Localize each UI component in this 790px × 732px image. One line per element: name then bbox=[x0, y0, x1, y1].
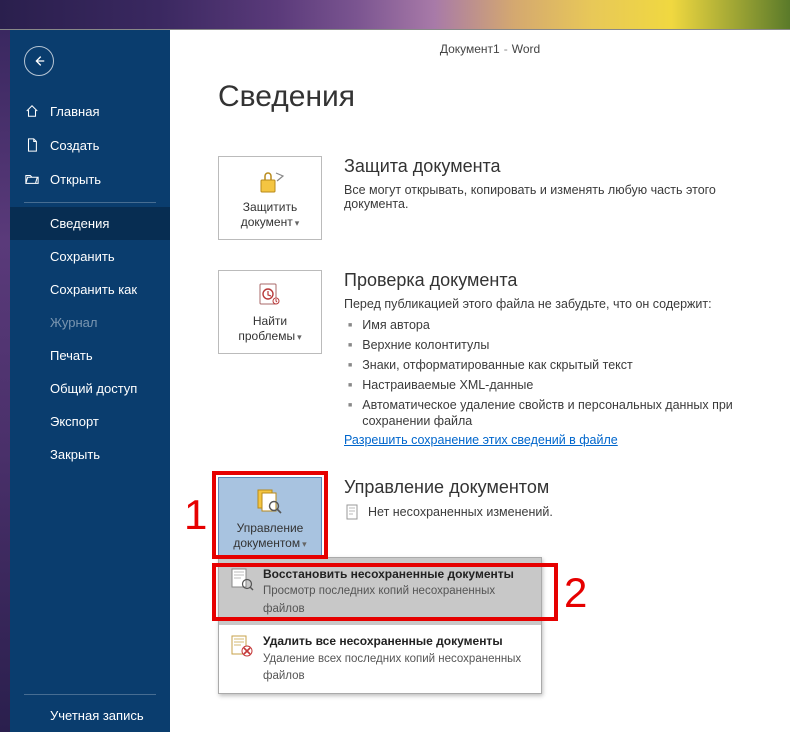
manage-dropdown: Восстановить несохраненные документы Про… bbox=[218, 557, 542, 693]
sidebar-item-save[interactable]: Сохранить bbox=[10, 240, 170, 273]
sidebar-item-close[interactable]: Закрыть bbox=[10, 438, 170, 471]
sidebar-separator bbox=[24, 202, 156, 203]
section-inspect: Найти проблемы▾ Проверка документа Перед… bbox=[218, 270, 762, 447]
annotation-number-2: 2 bbox=[564, 569, 587, 617]
dropdown-text: Восстановить несохраненные документы Про… bbox=[263, 566, 531, 617]
inspect-info: Проверка документа Перед публикацией это… bbox=[344, 270, 762, 447]
document-name: Документ1 bbox=[440, 42, 500, 56]
dropdown-title: Удалить все несохраненные документы bbox=[263, 633, 531, 649]
sidebar-item-history: Журнал bbox=[10, 306, 170, 339]
title-separator: - bbox=[504, 42, 508, 56]
list-item: Имя автора bbox=[344, 317, 762, 334]
folder-open-icon bbox=[24, 171, 40, 187]
section-heading: Проверка документа bbox=[344, 270, 762, 291]
inspect-document-tile[interactable]: Найти проблемы▾ bbox=[218, 270, 322, 354]
sidebar-item-label: Печать bbox=[50, 348, 93, 363]
sidebar-item-label: Закрыть bbox=[50, 447, 100, 462]
delete-unsaved-item[interactable]: Удалить все несохраненные документы Удал… bbox=[219, 625, 541, 692]
section-manage: Управление документом▾ Управление докуме… bbox=[218, 477, 762, 561]
sidebar-item-saveas[interactable]: Сохранить как bbox=[10, 273, 170, 306]
manage-document-icon bbox=[253, 487, 287, 517]
section-heading: Управление документом bbox=[344, 477, 762, 498]
tile-label: Управление документом▾ bbox=[223, 521, 317, 551]
document-small-icon bbox=[344, 504, 360, 520]
sidebar-item-info[interactable]: Сведения bbox=[10, 207, 170, 240]
title-bar: Документ1 - Word bbox=[218, 38, 762, 60]
sidebar-item-label: Сведения bbox=[50, 216, 109, 231]
dropdown-desc: Просмотр последних копий несохраненных ф… bbox=[263, 585, 495, 615]
sidebar-item-label: Экспорт bbox=[50, 414, 99, 429]
section-protect: Защитить документ▾ Защита документа Все … bbox=[218, 156, 762, 240]
dropdown-desc: Удаление всех последних копий несохранен… bbox=[263, 653, 521, 683]
inspect-list: Имя автора Верхние колонтитулы Знаки, от… bbox=[344, 317, 762, 430]
sidebar-item-label: Главная bbox=[50, 104, 99, 119]
tile-label: Найти проблемы▾ bbox=[223, 314, 317, 344]
delete-icon bbox=[229, 633, 255, 659]
section-body: Все могут открывать, копировать и изменя… bbox=[344, 183, 762, 211]
backstage-sidebar: Главная Создать Открыть Сведения Сохрани… bbox=[10, 30, 170, 732]
sidebar-item-label: Общий доступ bbox=[50, 381, 137, 396]
manage-status-row: Нет несохраненных изменений. bbox=[344, 504, 762, 520]
back-button[interactable] bbox=[24, 46, 54, 76]
tile-label: Защитить документ▾ bbox=[223, 200, 317, 230]
app-container: Главная Создать Открыть Сведения Сохрани… bbox=[0, 30, 790, 732]
page-title: Сведения bbox=[218, 80, 762, 114]
sidebar-item-label: Открыть bbox=[50, 172, 101, 187]
manage-document-tile[interactable]: Управление документом▾ bbox=[218, 477, 322, 561]
sidebar-item-label: Журнал bbox=[50, 315, 97, 330]
protect-document-tile[interactable]: Защитить документ▾ bbox=[218, 156, 322, 240]
sidebar-item-open[interactable]: Открыть bbox=[10, 162, 170, 196]
sidebar-item-print[interactable]: Печать bbox=[10, 339, 170, 372]
sidebar-bottom: Учетная запись bbox=[10, 688, 170, 732]
sidebar-item-home[interactable]: Главная bbox=[10, 94, 170, 128]
arrow-left-icon bbox=[32, 54, 46, 68]
app-name: Word bbox=[512, 42, 540, 56]
dropdown-title: Восстановить несохраненные документы bbox=[263, 566, 531, 582]
section-body: Перед публикацией этого файла не забудьт… bbox=[344, 297, 762, 311]
recover-unsaved-item[interactable]: Восстановить несохраненные документы Про… bbox=[219, 558, 541, 625]
protect-info: Защита документа Все могут открывать, ко… bbox=[344, 156, 762, 211]
document-icon bbox=[24, 137, 40, 153]
dropdown-text: Удалить все несохраненные документы Удал… bbox=[263, 633, 531, 684]
sidebar-item-export[interactable]: Экспорт bbox=[10, 405, 170, 438]
sidebar-item-label: Учетная запись bbox=[50, 708, 144, 723]
sidebar-item-label: Сохранить bbox=[50, 249, 115, 264]
sidebar-item-share[interactable]: Общий доступ bbox=[10, 372, 170, 405]
allow-save-link[interactable]: Разрешить сохранение этих сведений в фай… bbox=[344, 433, 618, 447]
main-panel: Документ1 - Word Сведения Защитить докум… bbox=[170, 30, 790, 732]
recover-icon bbox=[229, 566, 255, 592]
list-item: Автоматическое удаление свойств и персон… bbox=[344, 397, 762, 431]
sidebar-item-account[interactable]: Учетная запись bbox=[10, 699, 170, 732]
sidebar-item-label: Создать bbox=[50, 138, 99, 153]
inspect-icon bbox=[253, 280, 287, 310]
home-icon bbox=[24, 103, 40, 119]
list-item: Верхние колонтитулы bbox=[344, 337, 762, 354]
sidebar-item-new[interactable]: Создать bbox=[10, 128, 170, 162]
section-body: Нет несохраненных изменений. bbox=[368, 505, 553, 519]
sidebar-separator bbox=[24, 694, 156, 695]
sidebar-item-label: Сохранить как bbox=[50, 282, 137, 297]
lock-icon bbox=[253, 166, 287, 196]
edge-decoration bbox=[0, 30, 10, 732]
annotation-number-1: 1 bbox=[184, 491, 207, 539]
list-item: Настраиваемые XML-данные bbox=[344, 377, 762, 394]
section-heading: Защита документа bbox=[344, 156, 762, 177]
manage-info: Управление документом Нет несохраненных … bbox=[344, 477, 762, 520]
window-decoration-bar bbox=[0, 0, 790, 30]
list-item: Знаки, отформатированные как скрытый тек… bbox=[344, 357, 762, 374]
